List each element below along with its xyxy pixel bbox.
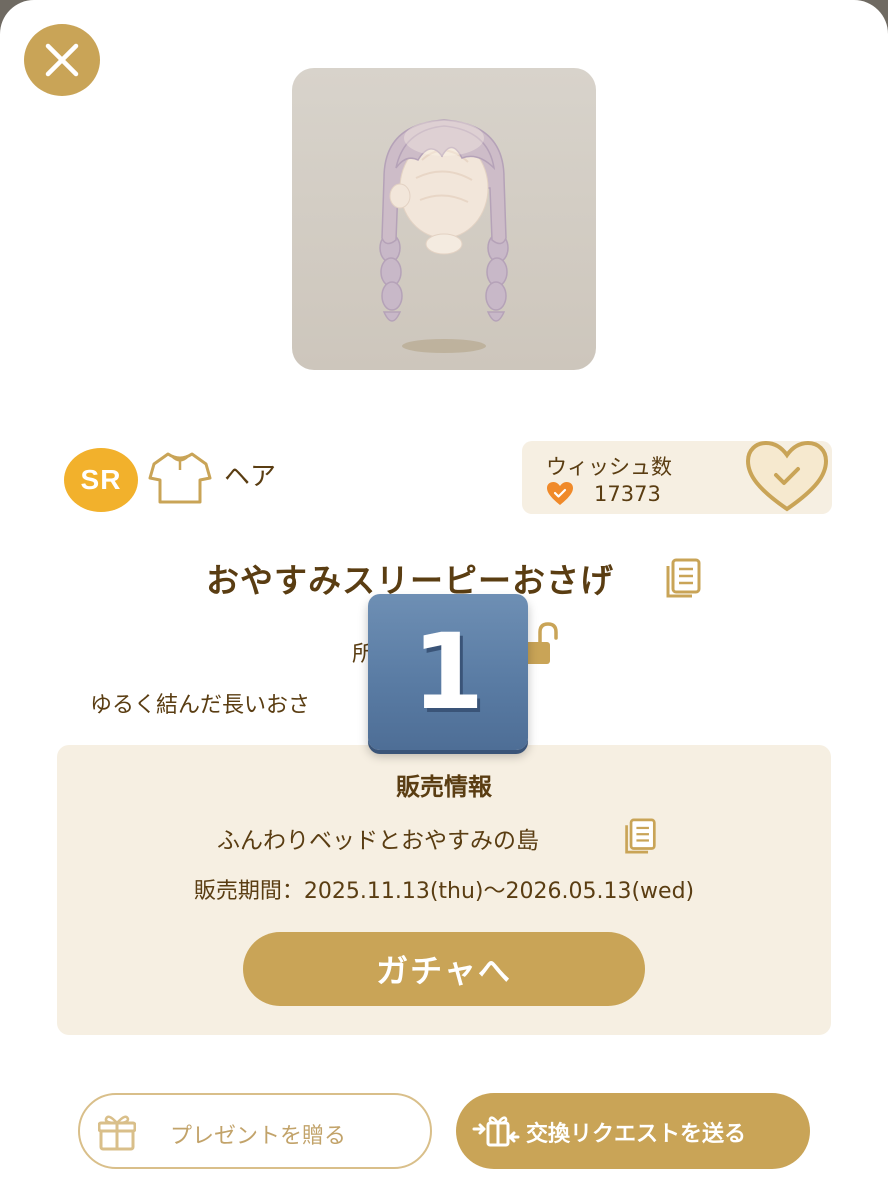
shirt-icon	[148, 452, 212, 504]
trade-button-label: 交換リクエストを送る	[526, 1122, 747, 1147]
trade-request-button[interactable]: 交換リクエストを送る	[456, 1093, 810, 1169]
present-button-label: プレゼントを贈る	[170, 1124, 347, 1149]
sales-event-name: ふんわりベッドとおやすみの島	[217, 828, 539, 854]
close-button[interactable]	[24, 24, 100, 96]
gift-icon	[98, 1115, 136, 1151]
copy-icon[interactable]	[664, 558, 702, 598]
rarity-badge: SR	[64, 448, 138, 512]
sales-heading: 販売情報	[396, 773, 492, 801]
category-label: ヘア	[224, 462, 277, 492]
number-overlay-badge: 1	[368, 594, 528, 750]
sales-info-panel: 販売情報 ふんわりベッドとおやすみの島 販売期間：2025.11.13(thu)…	[57, 745, 831, 1035]
wish-heart-button[interactable]	[744, 439, 830, 515]
wish-label: ウィッシュ数	[546, 455, 672, 479]
copy-icon[interactable]	[623, 817, 657, 855]
gacha-button[interactable]: ガチャへ	[243, 932, 645, 1006]
exchange-icon	[472, 1116, 520, 1147]
wish-count: 17373	[594, 482, 661, 506]
close-icon	[45, 43, 79, 77]
wish-heart-icon	[547, 482, 573, 505]
overlay-number: 1	[411, 611, 485, 733]
sales-period: 販売期間：2025.11.13(thu)～2026.05.13(wed)	[193, 879, 695, 904]
item-detail-sheet: SR ヘア ウィッシュ数 17373 おやすみスリーピーおさげ 所 ゆるく結んだ…	[0, 0, 888, 1200]
present-button[interactable]: プレゼントを贈る	[78, 1093, 432, 1169]
wish-panel: ウィッシュ数 17373	[522, 439, 832, 515]
item-description: ゆるく結んだ長いおさ	[90, 693, 311, 718]
item-preview-image	[292, 68, 596, 370]
